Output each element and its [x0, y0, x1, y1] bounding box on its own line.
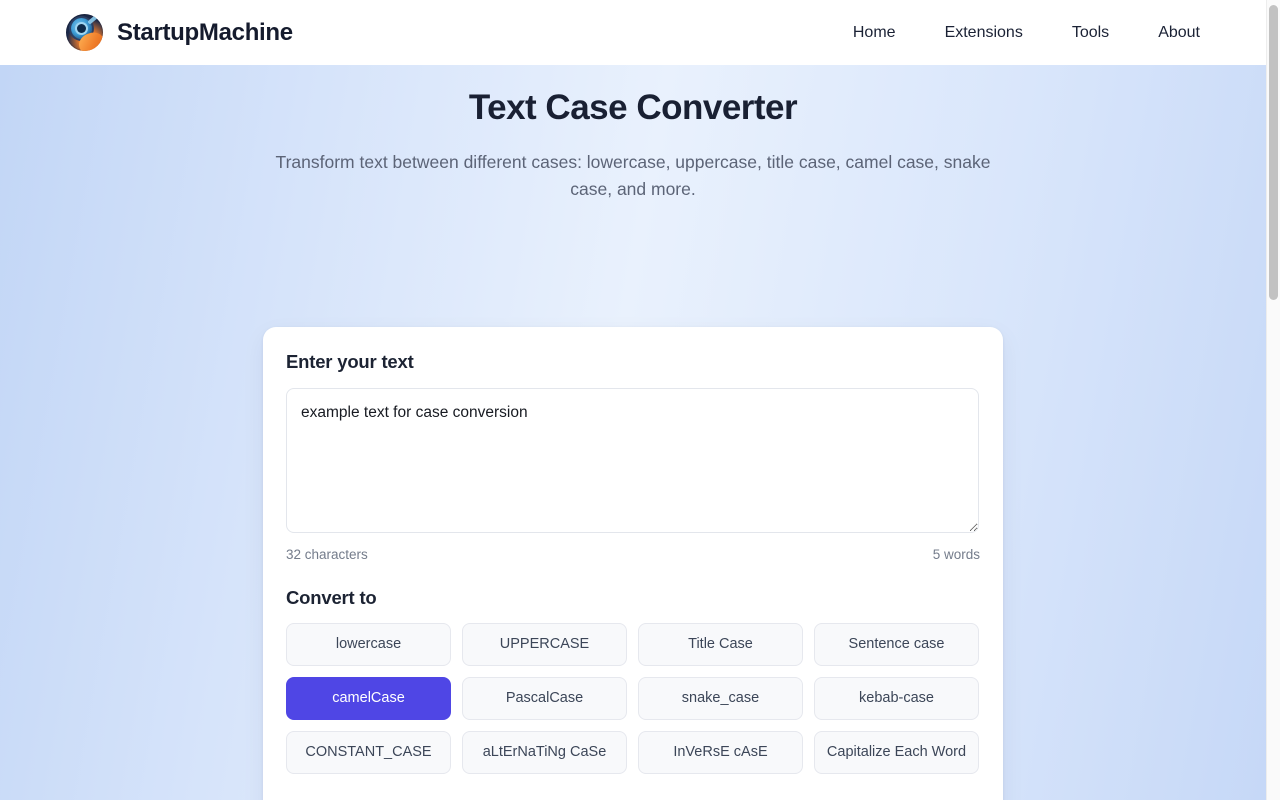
text-input[interactable]	[286, 388, 979, 533]
counts-row: 32 characters 5 words	[286, 547, 980, 562]
case-option-sentence-case[interactable]: Sentence case	[814, 623, 979, 666]
page-title: Text Case Converter	[468, 88, 798, 127]
case-option-alternating-case[interactable]: aLtErNaTiNg CaSe	[462, 731, 627, 774]
case-option-kebab-case[interactable]: kebab-case	[814, 677, 979, 720]
hero-section: Text Case Converter Transform text betwe…	[0, 65, 1266, 203]
page-body: Text Case Converter Transform text betwe…	[0, 65, 1266, 800]
case-option-snake-case[interactable]: snake_case	[638, 677, 803, 720]
case-option-camel-case[interactable]: camelCase	[286, 677, 451, 720]
streak-shape	[87, 14, 100, 25]
case-option-constant-case[interactable]: CONSTANT_CASE	[286, 731, 451, 774]
case-option-inverse-case[interactable]: InVeRsE cAsE	[638, 731, 803, 774]
case-option-title-case[interactable]: Title Case	[638, 623, 803, 666]
convert-heading: Convert to	[286, 587, 377, 608]
nav-item-home[interactable]: Home	[853, 24, 896, 42]
brand[interactable]: StartupMachine	[66, 14, 293, 51]
page-scrollbar[interactable]	[1266, 0, 1280, 800]
case-option-capitalize-each-word[interactable]: Capitalize Each Word	[814, 731, 979, 774]
main-nav: Home Extensions Tools About	[853, 24, 1200, 42]
nav-item-extensions[interactable]: Extensions	[945, 24, 1023, 42]
case-option-uppercase[interactable]: UPPERCASE	[462, 623, 627, 666]
nav-item-about[interactable]: About	[1158, 24, 1200, 42]
browser-viewport: StartupMachine Home Extensions Tools Abo…	[0, 0, 1280, 800]
page-subtitle: Transform text between different cases: …	[275, 151, 991, 200]
input-heading: Enter your text	[286, 351, 414, 372]
brand-name: StartupMachine	[117, 18, 293, 46]
case-options-grid: lowercase UPPERCASE Title Case Sentence …	[286, 623, 980, 774]
converter-card: Enter your text 32 characters 5 words Co…	[263, 327, 1003, 800]
character-count: 32 characters	[286, 547, 368, 562]
case-option-pascal-case[interactable]: PascalCase	[462, 677, 627, 720]
case-option-lowercase[interactable]: lowercase	[286, 623, 451, 666]
site-header: StartupMachine Home Extensions Tools Abo…	[0, 0, 1266, 65]
scrollbar-thumb[interactable]	[1269, 5, 1278, 300]
word-count: 5 words	[932, 547, 980, 562]
nav-item-tools[interactable]: Tools	[1072, 24, 1109, 42]
rocket-gear-badge-icon	[66, 14, 103, 51]
page-content: StartupMachine Home Extensions Tools Abo…	[0, 0, 1266, 800]
